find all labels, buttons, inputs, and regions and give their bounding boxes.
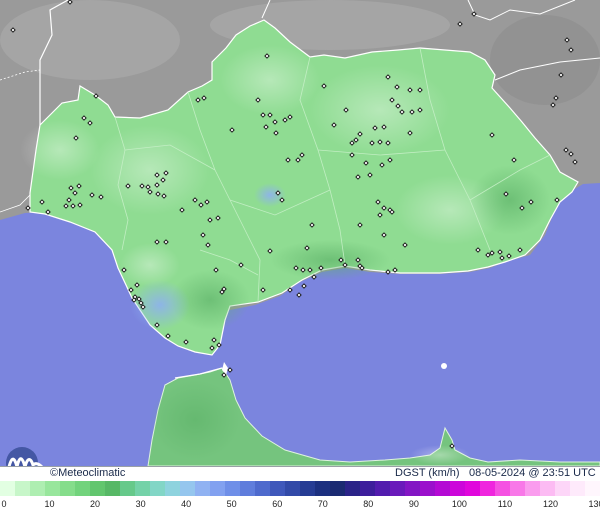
relief-highlight — [20, 120, 100, 180]
wind-gust-map — [0, 0, 600, 466]
color-scale-swatch — [405, 481, 420, 496]
color-scale-swatch — [135, 481, 150, 496]
color-scale-swatch — [180, 481, 195, 496]
color-scale-swatch — [480, 481, 495, 496]
alboran-island — [441, 363, 447, 369]
color-scale-swatch — [195, 481, 210, 496]
color-scale-swatch — [75, 481, 90, 496]
color-scale-swatch — [465, 481, 480, 496]
color-scale-tick: 20 — [90, 499, 101, 509]
color-scale-swatch — [225, 481, 240, 496]
color-scale-ticks: 0 10 20 30 40 50 60 70 80 90 100 110 120 130 — [0, 498, 600, 512]
color-scale-tick: 50 — [226, 499, 237, 509]
color-scale-swatch — [210, 481, 225, 496]
color-scale-swatch — [165, 481, 180, 496]
color-scale-swatch — [45, 481, 60, 496]
relief-dark — [470, 165, 550, 235]
relief-dark — [270, 240, 390, 280]
color-scale-swatch — [495, 481, 510, 496]
color-scale-swatch — [360, 481, 375, 496]
color-scale-swatch — [105, 481, 120, 496]
relief-highlight — [410, 445, 470, 465]
datestamp-label: 08-05-2024 @ 23:51 UTC — [469, 467, 596, 479]
color-scale-swatch — [390, 481, 405, 496]
color-scale-tick: 40 — [181, 499, 192, 509]
color-scale-swatch — [60, 481, 75, 496]
color-scale-swatch — [540, 481, 555, 496]
color-scale-swatch — [15, 481, 30, 496]
color-scale-tick: 0 — [1, 499, 7, 509]
color-scale-swatch — [120, 481, 135, 496]
relief-highlight — [120, 243, 180, 287]
variable-label: DGST (km/h) — [395, 467, 460, 479]
color-scale-swatch — [570, 481, 585, 496]
relief-shade — [0, 0, 180, 80]
color-scale-swatch — [450, 481, 465, 496]
color-scale-swatch — [240, 481, 255, 496]
color-scale-swatch — [435, 481, 450, 496]
color-scale-swatch — [300, 481, 315, 496]
brand-label: ©Meteoclimatic — [50, 467, 126, 479]
color-scale-swatch — [525, 481, 540, 496]
color-scale-bar — [0, 481, 600, 496]
color-scale-swatch — [255, 481, 270, 496]
color-scale-tick: 10 — [44, 499, 55, 509]
relief-dark — [150, 380, 240, 460]
color-scale-swatch — [555, 481, 570, 496]
color-scale-swatch — [345, 481, 360, 496]
color-scale-tick: 70 — [317, 499, 328, 509]
color-scale-swatch — [585, 481, 600, 496]
color-scale-swatch — [90, 481, 105, 496]
gust-high-zone — [130, 280, 190, 330]
color-scale-tick: 90 — [408, 499, 419, 509]
color-scale-tick: 100 — [451, 499, 467, 509]
color-scale-swatch — [270, 481, 285, 496]
gust-high-zone — [254, 183, 286, 207]
color-scale-tick: 130 — [588, 499, 600, 509]
color-scale-swatch — [510, 481, 525, 496]
color-scale-swatch — [285, 481, 300, 496]
relief-highlight — [90, 125, 210, 215]
color-scale-tick: 120 — [542, 499, 558, 509]
color-scale-tick: 60 — [272, 499, 283, 509]
color-scale-swatch — [30, 481, 45, 496]
color-scale-swatch — [330, 481, 345, 496]
color-scale-tick: 80 — [363, 499, 374, 509]
color-scale-tick: 110 — [497, 499, 513, 509]
color-scale-swatch — [375, 481, 390, 496]
color-scale-tick: 30 — [135, 499, 146, 509]
color-scale-swatch — [315, 481, 330, 496]
color-scale: 0 10 20 30 40 50 60 70 80 90 100 110 120 130 — [0, 481, 600, 517]
color-scale-swatch — [150, 481, 165, 496]
color-scale-swatch — [0, 481, 15, 496]
color-scale-swatch — [420, 481, 435, 496]
